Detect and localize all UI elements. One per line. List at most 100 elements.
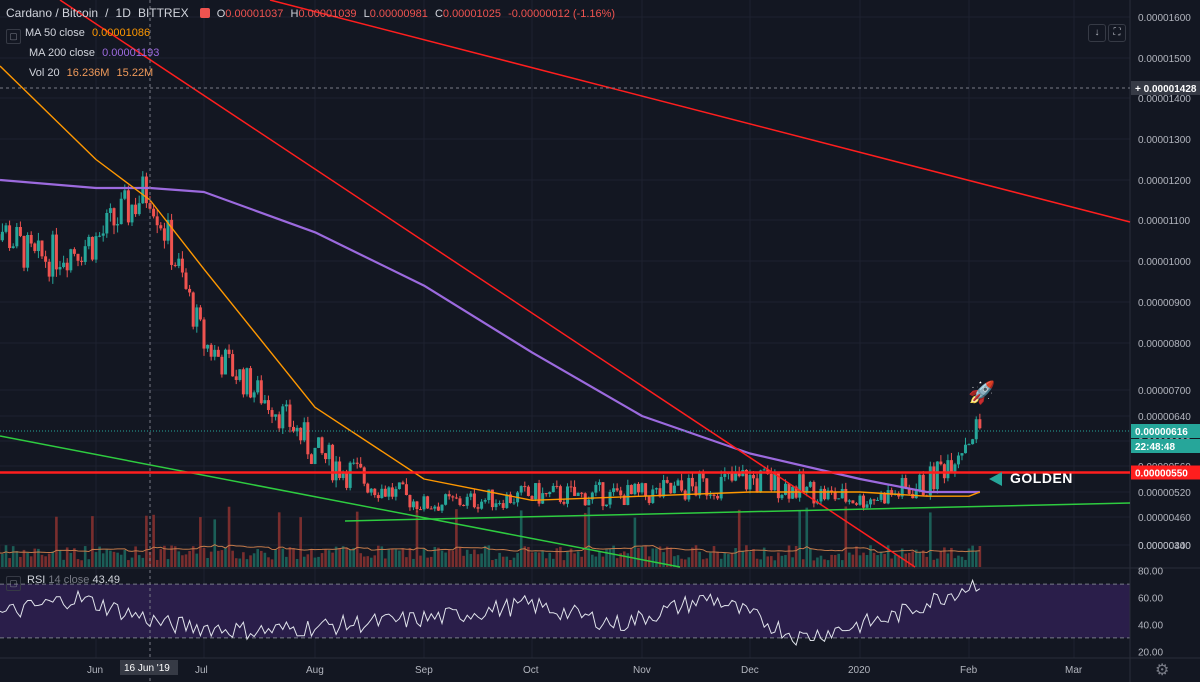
price-chart[interactable]: 0.00001600 0.00001500 0.00001400 0.00001300… <box>0 0 1200 682</box>
volume-bar <box>166 559 170 567</box>
volume-bar <box>519 510 523 567</box>
rsi-tick-label: 20.00 <box>1138 647 1163 658</box>
volume-bar <box>134 546 137 567</box>
volume-bar <box>780 555 784 567</box>
settings-gear-icon[interactable]: ⚙ <box>1155 660 1169 680</box>
volume-bar <box>320 553 324 567</box>
volume-legend[interactable]: Vol 20 16.236M 15.22M <box>29 67 157 79</box>
volume-bar <box>855 546 858 567</box>
rsi-legend[interactable]: ▢ RSI 14 close 43.49 <box>6 574 120 591</box>
volume-bar <box>101 553 105 567</box>
candle <box>444 493 448 506</box>
volume-bar <box>872 552 876 567</box>
volume-bar <box>220 550 224 567</box>
candle <box>51 230 55 284</box>
candle <box>526 485 530 497</box>
volume-bar <box>462 555 465 567</box>
volume-bar <box>978 545 982 567</box>
low-label: L <box>363 8 370 20</box>
low-value: 0.00000981 <box>369 8 428 20</box>
volume-bar <box>777 552 780 567</box>
volume-bar <box>155 559 159 567</box>
rsi-value: 43.49 <box>92 574 120 586</box>
time-tick-label: Sep <box>415 665 433 676</box>
volume-bar <box>313 557 317 567</box>
ma200-legend[interactable]: MA 200 close 0.00001193 <box>29 47 163 59</box>
volume-bar <box>773 560 777 567</box>
volume-bar <box>580 556 583 567</box>
volume-bar <box>705 558 709 567</box>
ma50-legend[interactable]: ▢ MA 50 close 0.00001086 <box>6 27 154 44</box>
volume-bar <box>784 555 787 567</box>
volume-bar <box>823 559 826 567</box>
interval[interactable]: 1D <box>116 6 131 20</box>
crosshair-time-tag: 16 Jun '19 <box>124 663 170 674</box>
open-label: O <box>216 8 226 20</box>
volume-bar <box>324 549 327 567</box>
volume-bar <box>152 514 155 567</box>
rsi-collapse-icon[interactable]: ▢ <box>6 576 21 591</box>
volume-bar <box>310 548 313 567</box>
volume-bar <box>242 552 245 567</box>
volume-bar <box>259 550 263 567</box>
price-tick-label: 0.00001100 <box>1138 216 1191 227</box>
volume-bar <box>687 557 691 567</box>
volume-bar <box>716 551 719 567</box>
volume-bar <box>946 553 950 567</box>
volume-bar <box>929 512 932 567</box>
volume-bar <box>40 554 44 567</box>
volume-bar <box>883 553 886 567</box>
volume-bar <box>181 555 184 567</box>
volume-bar <box>33 548 37 567</box>
crosshair-price-tag: + 0.00001428 <box>1135 84 1197 95</box>
volume-bar <box>348 549 352 567</box>
volume-bar <box>408 547 412 567</box>
candle <box>249 365 253 399</box>
volume-bar <box>683 559 687 567</box>
volume-bar <box>51 551 55 567</box>
candle <box>94 232 98 263</box>
volume-bar <box>633 517 637 567</box>
volume-bar <box>865 555 869 567</box>
volume-bar <box>288 547 292 567</box>
volume-bar <box>548 552 552 567</box>
volume-bar <box>355 511 359 567</box>
time-tick-label: Jun <box>87 665 103 676</box>
candle <box>932 462 936 493</box>
volume-bar <box>302 556 306 567</box>
volume-bar <box>840 560 844 567</box>
volume-bar <box>755 558 759 567</box>
volume-bar <box>601 556 605 567</box>
price-tick-label: 0.00000800 <box>1138 339 1191 350</box>
volume-bar <box>876 555 879 567</box>
volume-bar <box>334 546 338 567</box>
volume-bar <box>907 552 911 567</box>
volume-bar <box>957 555 960 567</box>
rsi-tick-label: 80.00 <box>1138 567 1163 578</box>
volume-bar <box>879 551 883 567</box>
price-tick-label: 0.00001300 <box>1138 135 1191 146</box>
fullscreen-icon[interactable]: ⛶ <box>1108 24 1126 42</box>
price-tick-label: 0.00000900 <box>1138 298 1191 309</box>
volume-bar <box>209 551 213 567</box>
volume-bar <box>1 553 4 567</box>
volume-bar <box>391 548 394 567</box>
time-tick-label: Oct <box>523 665 539 676</box>
volume-bar <box>512 557 516 567</box>
chart-background <box>0 0 1200 682</box>
candle <box>313 447 317 465</box>
volume-bar <box>626 553 630 567</box>
collapse-icon[interactable]: ▢ <box>6 29 21 44</box>
volume-bar <box>195 553 199 567</box>
volume-bar <box>317 556 320 567</box>
volume-bar <box>794 545 798 567</box>
volume-bar <box>848 552 851 567</box>
scroll-down-icon[interactable]: ↓ <box>1088 24 1106 42</box>
volume-bar <box>534 552 537 567</box>
volume-bar <box>862 552 865 567</box>
candle <box>191 291 195 330</box>
volume-bar <box>826 560 830 567</box>
volume-bar <box>516 553 519 567</box>
volume-bar <box>44 556 47 567</box>
volume-bar <box>76 559 80 567</box>
